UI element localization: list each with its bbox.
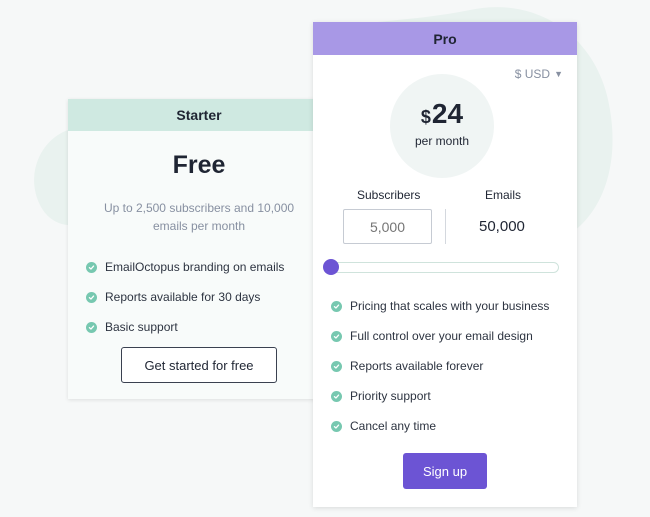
check-icon [331,360,342,372]
feature-label: Full control over your email design [350,329,533,343]
feature-item: Reports available for 30 days [86,282,330,312]
chevron-down-icon: ▼ [554,69,563,79]
feature-item: Full control over your email design [331,321,549,351]
column-divider [445,209,446,244]
price-currency-symbol: $ [420,107,431,127]
get-started-free-button[interactable]: Get started for free [121,347,277,383]
feature-label: Pricing that scales with your business [350,299,550,313]
check-icon [331,420,342,432]
price-display: $ 24 per month [390,74,494,178]
feature-label: Priority support [350,389,431,403]
feature-label: Reports available for 30 days [105,290,261,304]
feature-item: EmailOctopus branding on emails [86,252,330,282]
sign-up-button[interactable]: Sign up [403,453,487,489]
starter-description: Up to 2,500 subscribers and 10,000 email… [103,201,295,233]
starter-feature-list: EmailOctopus branding on emails Reports … [86,252,330,342]
emails-label: Emails [485,188,522,202]
pro-plan-card: Pro $ USD ▼ $ 24 per month Subscribers E… [313,22,577,507]
starter-plan-title: Starter [68,99,330,131]
check-icon [331,300,342,312]
subscribers-label: Subscribers [357,188,421,202]
subscribers-slider-track[interactable] [325,262,559,273]
check-icon [331,390,342,402]
check-icon [86,321,97,333]
feature-label: EmailOctopus branding on emails [105,260,285,274]
feature-item: Reports available forever [331,351,549,381]
pro-plan-title: Pro [313,22,577,55]
check-icon [331,330,342,342]
starter-price: Free [172,151,226,179]
currency-selector[interactable]: $ USD ▼ [515,67,563,81]
pro-feature-list: Pricing that scales with your business F… [331,291,549,441]
feature-item: Pricing that scales with your business [331,291,549,321]
price-period: per month [414,134,470,148]
price-amount: 24 [431,98,464,129]
check-icon [86,261,97,273]
starter-plan-card: Starter Free Up to 2,500 subscribers and… [68,99,330,399]
subscribers-input[interactable] [343,209,432,244]
check-icon [86,291,97,303]
feature-label: Reports available forever [350,359,484,373]
feature-item: Basic support [86,312,330,342]
feature-item: Cancel any time [331,411,549,441]
feature-label: Basic support [105,320,178,334]
subscribers-slider-handle[interactable] [323,259,339,275]
feature-label: Cancel any time [350,419,437,433]
emails-value: 50,000 [479,218,525,235]
currency-selector-label: $ USD [514,67,551,81]
feature-item: Priority support [331,381,549,411]
